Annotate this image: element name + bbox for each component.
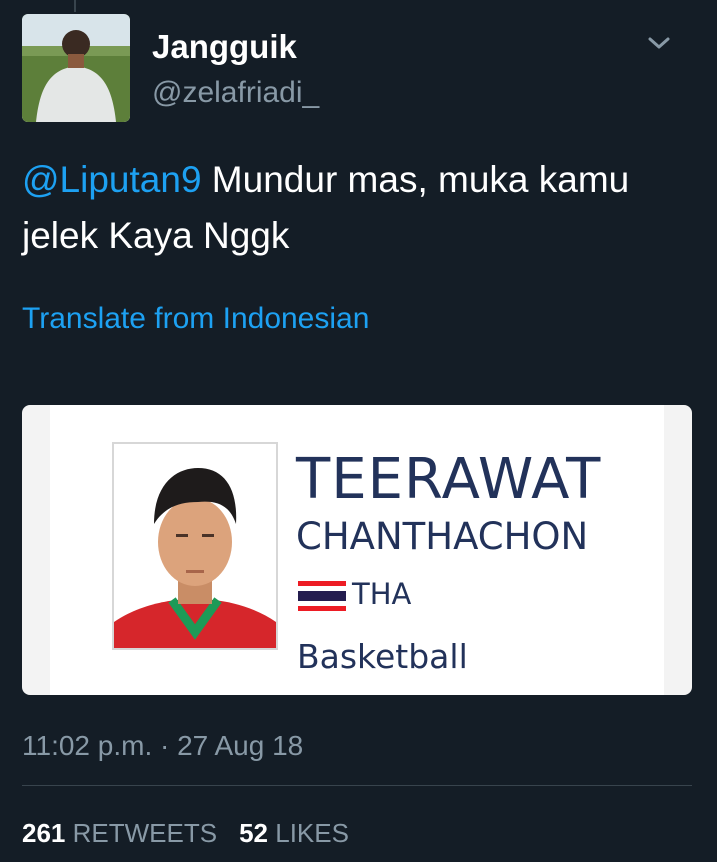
athlete-photo: [112, 442, 278, 650]
retweets-label: RETWEETS: [72, 818, 218, 848]
tweet-timestamp: 11:02 p.m. · 27 Aug 18: [22, 730, 304, 761]
retweets-stat[interactable]: 261 RETWEETS: [22, 818, 217, 848]
avatar-photo: [22, 14, 130, 122]
athlete-last-name: CHANTHACHON: [296, 515, 589, 558]
athlete-card: TEERAWAT CHANTHACHON THA Basketball: [50, 405, 664, 695]
athlete-first-name: TEERAWAT: [296, 447, 602, 512]
chevron-down-icon[interactable]: [646, 34, 672, 52]
author-name[interactable]: Jangguik: [152, 28, 297, 66]
likes-count: 52: [239, 818, 268, 848]
athlete-country: THA: [352, 577, 412, 611]
media-card[interactable]: TEERAWAT CHANTHACHON THA Basketball: [22, 405, 692, 695]
likes-label: LIKES: [275, 818, 349, 848]
avatar[interactable]: [22, 14, 130, 122]
thailand-flag-icon: [298, 581, 346, 611]
retweets-count: 261: [22, 818, 66, 848]
translate-link[interactable]: Translate from Indonesian: [22, 302, 369, 336]
athlete-sport: Basketball: [297, 637, 468, 676]
author-handle[interactable]: @zelafriadi_: [152, 76, 319, 110]
engagement-stats: 261 RETWEETS 52 LIKES: [22, 818, 349, 849]
divider: [22, 785, 692, 786]
thread-connector: [74, 0, 76, 12]
mention-link[interactable]: @Liputan9: [22, 159, 202, 200]
tweet-text: @Liputan9 Mundur mas, muka kamu jelek Ka…: [22, 152, 702, 264]
likes-stat[interactable]: 52 LIKES: [239, 818, 349, 848]
